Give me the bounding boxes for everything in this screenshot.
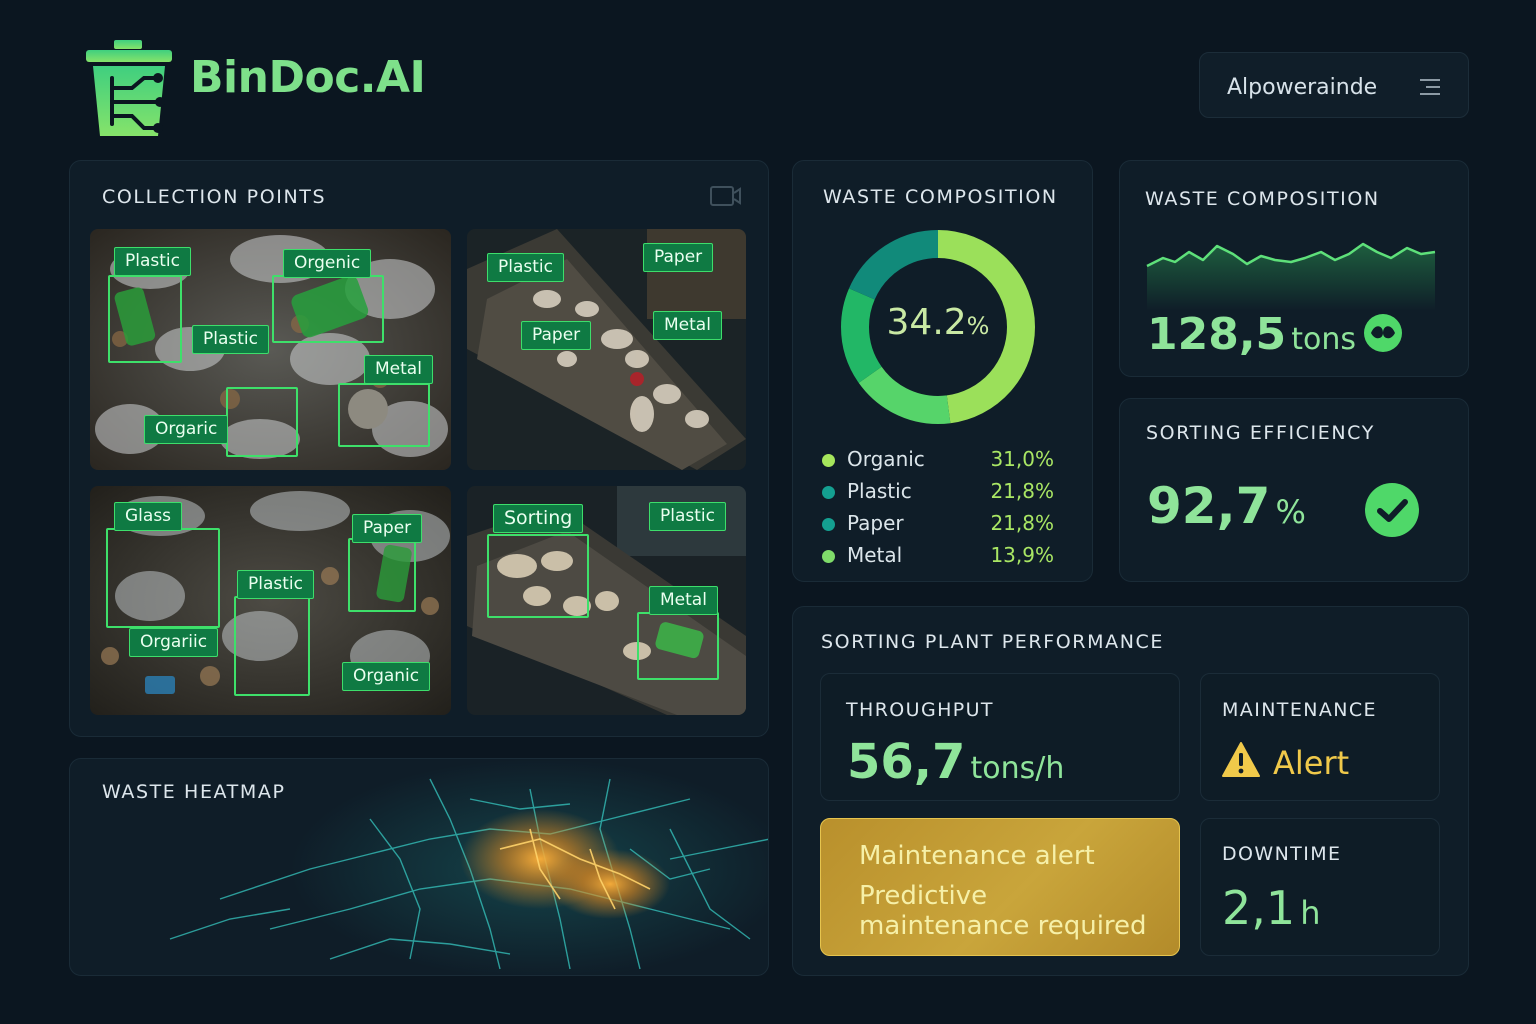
- maintenance-status: Alert: [1273, 744, 1350, 782]
- efficiency-unit: %: [1275, 493, 1306, 531]
- sorting-efficiency-title: SORTING EFFICIENCY: [1146, 422, 1375, 444]
- legend-value: 21,8%: [990, 479, 1054, 503]
- detection-tag[interactable]: Paper: [643, 243, 714, 272]
- alert-title: Maintenance alert: [859, 841, 1095, 871]
- legend-dot: [822, 486, 835, 499]
- detection-tag[interactable]: Orgariic: [129, 628, 219, 657]
- detection-tag[interactable]: Metal: [653, 311, 722, 340]
- downtime-unit: h: [1300, 894, 1321, 932]
- legend-dot: [822, 518, 835, 531]
- donut-center-unit: %: [966, 312, 990, 340]
- waste-composition-donut-title: WASTE COMPOSITION: [823, 186, 1058, 208]
- trend-number: 128,5: [1147, 309, 1287, 360]
- detection-tag[interactable]: Metal: [649, 586, 718, 615]
- detection-tag[interactable]: Orgenic: [283, 249, 372, 278]
- detection-box: [234, 596, 310, 696]
- donut-center-number: 34.2: [886, 302, 967, 343]
- legend-item-plastic[interactable]: Plastic 21,8%: [820, 479, 1060, 507]
- detection-box: [108, 275, 182, 363]
- warning-triangle-icon: [1222, 742, 1260, 777]
- legend-value: 13,9%: [990, 543, 1054, 567]
- detection-box: [106, 528, 220, 628]
- downtime-card: DOWNTIME 2,1 h: [1200, 818, 1440, 956]
- efficiency-number: 92,7: [1147, 477, 1271, 535]
- detection-box: [272, 275, 384, 343]
- collection-image-3[interactable]: Glass Paper Plastic Orgariic Organic: [90, 486, 451, 715]
- detection-tag[interactable]: Glass: [114, 502, 183, 531]
- throughput-value: 56,7 tons/h: [847, 734, 1064, 790]
- app-logo[interactable]: [84, 38, 180, 140]
- efficiency-value: 92,7 %: [1147, 477, 1306, 535]
- legend-label: Organic: [847, 447, 925, 471]
- detection-tag[interactable]: Plastic: [237, 570, 314, 599]
- sorting-efficiency-panel: SORTING EFFICIENCY 92,7 %: [1119, 398, 1469, 582]
- leaf-badge-icon: [1364, 314, 1402, 352]
- trend-sparkline[interactable]: [1145, 236, 1440, 311]
- legend-dot: [822, 454, 835, 467]
- throughput-unit: tons/h: [970, 751, 1065, 786]
- collection-points-title: COLLECTION POINTS: [102, 186, 327, 208]
- legend-label: Plastic: [847, 479, 912, 503]
- maintenance-label: MAINTENANCE: [1222, 699, 1377, 721]
- user-label: Alpowerainde: [1227, 75, 1378, 100]
- detection-box: [637, 612, 719, 680]
- menu-icon[interactable]: [1420, 79, 1440, 95]
- maintenance-card: MAINTENANCE Alert: [1200, 673, 1440, 801]
- detection-tag[interactable]: Plastic: [649, 502, 726, 531]
- donut-center-value: 34.2%: [840, 302, 1036, 343]
- collection-image-2[interactable]: Plastic Paper Paper Metal: [467, 229, 746, 470]
- detection-tag[interactable]: Organic: [342, 662, 431, 691]
- waste-composition-trend-panel: WASTE COMPOSITION 128,5 tons: [1119, 160, 1469, 377]
- legend-value: 31,0%: [990, 447, 1054, 471]
- collection-image-4[interactable]: Sorting Plastic Metal: [467, 486, 746, 715]
- legend-label: Paper: [847, 511, 904, 535]
- trash-bin-circuit-icon: [86, 40, 172, 136]
- legend-label: Metal: [847, 543, 903, 567]
- trend-unit: tons: [1291, 322, 1357, 357]
- detection-tag[interactable]: Paper: [521, 321, 592, 350]
- legend-item-organic[interactable]: Organic 31,0%: [820, 447, 1060, 475]
- legend-dot: [822, 550, 835, 563]
- alert-message-line2: maintenance required: [859, 911, 1147, 941]
- detection-tag[interactable]: Plastic: [192, 325, 269, 354]
- legend-value: 21,8%: [990, 511, 1054, 535]
- heatmap-map[interactable]: [70, 759, 769, 976]
- detection-tag[interactable]: Sorting: [493, 504, 584, 533]
- throughput-number: 56,7: [847, 734, 966, 790]
- waste-composition-trend-title: WASTE COMPOSITION: [1145, 188, 1380, 210]
- throughput-label: THROUGHPUT: [846, 699, 994, 721]
- detection-box: [348, 538, 416, 612]
- trend-value: 128,5 tons: [1147, 309, 1356, 360]
- detection-box: [487, 534, 589, 618]
- throughput-card: THROUGHPUT 56,7 tons/h: [820, 673, 1180, 801]
- downtime-number: 2,1: [1222, 881, 1296, 935]
- detection-tag[interactable]: Metal: [364, 355, 433, 384]
- check-circle-icon: [1365, 483, 1419, 537]
- alert-message-line1: Predictive: [859, 881, 988, 911]
- app-name: BinDoc.AI: [190, 52, 426, 103]
- maintenance-alert-banner[interactable]: Maintenance alert Predictive maintenance…: [820, 818, 1180, 956]
- user-menu[interactable]: Alpowerainde: [1199, 52, 1469, 118]
- detection-tag[interactable]: Paper: [352, 514, 423, 543]
- waste-heatmap-panel: WASTE HEATMAP: [69, 758, 769, 976]
- legend-item-metal[interactable]: Metal 13,9%: [820, 543, 1060, 571]
- detection-tag[interactable]: Plastic: [114, 247, 191, 276]
- detection-tag[interactable]: Plastic: [487, 253, 564, 282]
- detection-box: [338, 383, 430, 447]
- plant-performance-title: SORTING PLANT PERFORMANCE: [821, 631, 1164, 653]
- downtime-value: 2,1 h: [1222, 881, 1321, 935]
- detection-tag[interactable]: Orgaric: [144, 415, 229, 444]
- video-camera-icon[interactable]: [710, 185, 742, 207]
- collection-image-1[interactable]: Plastic Orgenic Plastic Metal Orgaric: [90, 229, 451, 470]
- downtime-label: DOWNTIME: [1222, 843, 1342, 865]
- detection-box: [226, 387, 298, 457]
- legend-item-paper[interactable]: Paper 21,8%: [820, 511, 1060, 539]
